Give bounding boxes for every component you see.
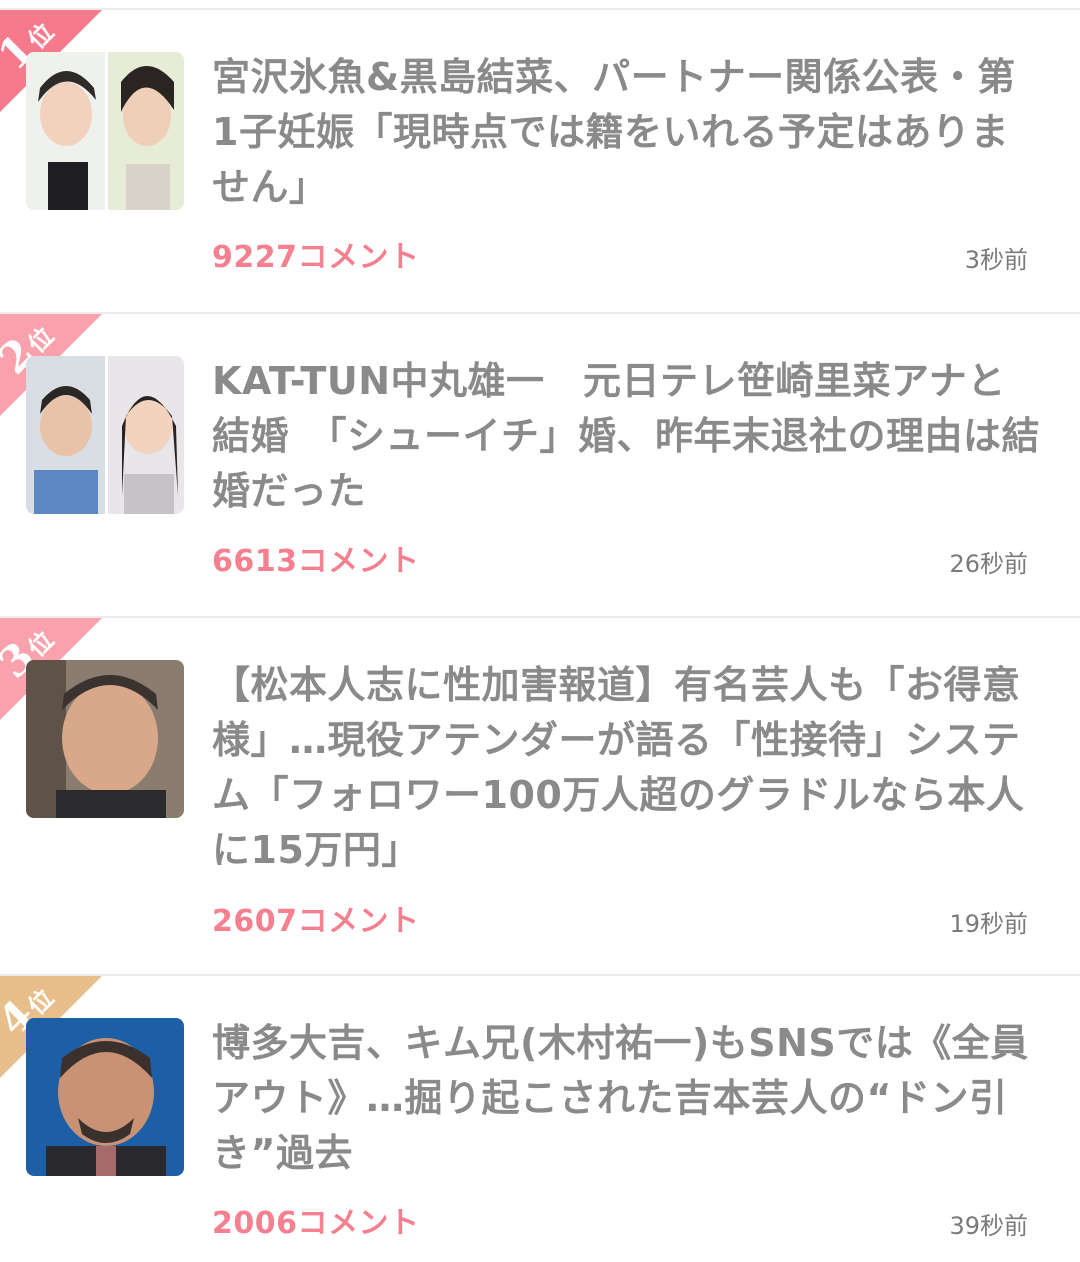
thumbnail-image [26,52,184,210]
timestamp: 39秒前 [949,1212,1028,1240]
ranking-item-2[interactable]: 2位 KAT-TUN中丸雄一 元日テレ笹崎里菜アナと結婚 「シューイチ」婚、昨年… [0,314,1080,618]
ranking-item-3[interactable]: 3位 【松本人志に性加害報道】有名芸人も「お得意様」…現役アテンダーが語る「性接… [0,618,1080,976]
article-thumbnail[interactable] [26,356,184,514]
article-headline[interactable]: 博多大吉、キム兄(木村祐一)もSNSでは《全員アウト》…掘り起こされた吉本芸人の… [212,1016,1042,1181]
article-thumbnail[interactable] [26,1018,184,1176]
thumbnail-image [26,660,184,818]
article-headline[interactable]: 【松本人志に性加害報道】有名芸人も「お得意様」…現役アテンダーが語る「性接待」シ… [212,658,1042,878]
ranking-item-4[interactable]: 4位 博多大吉、キム兄(木村祐一)もSNSでは《全員アウト》…掘り起こされた吉本… [0,976,1080,1262]
comment-count[interactable]: 2006コメント [212,1198,420,1242]
timestamp: 19秒前 [949,910,1028,938]
ranking-item-1[interactable]: 1位 宮沢氷魚&黒島結菜、パートナー関係公表・第1子妊娠「現時点では籍をいれる予… [0,10,1080,314]
timestamp: 26秒前 [949,550,1028,578]
thumbnail-image [26,356,184,514]
comment-count[interactable]: 2607コメント [212,896,420,940]
ranking-list: 1位 宮沢氷魚&黒島結菜、パートナー関係公表・第1子妊娠「現時点では籍をいれる予… [0,0,1080,1262]
article-headline[interactable]: KAT-TUN中丸雄一 元日テレ笹崎里菜アナと結婚 「シューイチ」婚、昨年末退社… [212,354,1042,519]
article-thumbnail[interactable] [26,52,184,210]
comment-count[interactable]: 6613コメント [212,536,420,580]
comment-count[interactable]: 9227コメント [212,232,420,276]
article-thumbnail[interactable] [26,660,184,818]
timestamp: 3秒前 [964,246,1028,274]
thumbnail-image [26,1018,184,1176]
article-headline[interactable]: 宮沢氷魚&黒島結菜、パートナー関係公表・第1子妊娠「現時点では籍をいれる予定はあ… [212,50,1042,215]
